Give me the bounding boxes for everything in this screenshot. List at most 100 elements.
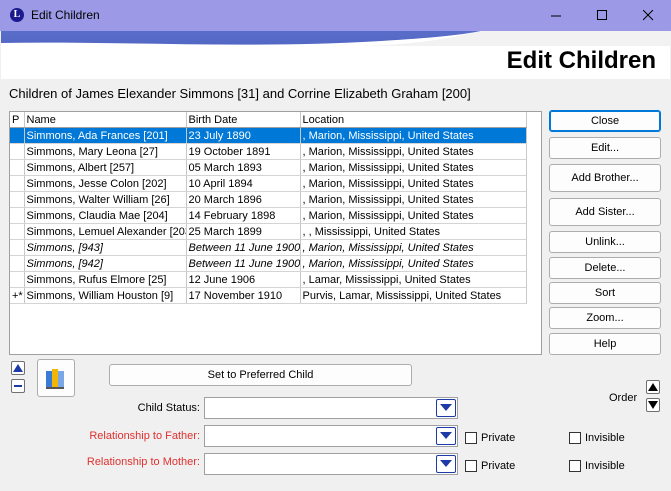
relationship-to-father-dropdown[interactable] — [204, 425, 458, 447]
books-icon — [46, 369, 64, 389]
cell-birth-date: 10 April 1894 — [186, 175, 301, 192]
chevron-down-icon — [440, 432, 452, 439]
page-title: Edit Children — [506, 47, 656, 74]
table-row[interactable]: Simmons, Albert [257] 05 March 1893, Mari… — [10, 159, 527, 176]
relationship-to-father-dropdown-arrow[interactable] — [436, 427, 456, 445]
cell-name: Simmons, Ada Frances [201] — [24, 127, 187, 144]
add-sister-button-label: Add Sister... — [575, 206, 635, 218]
child-status-label: Child Status: — [137, 402, 200, 414]
column-header-location[interactable]: Location — [300, 112, 527, 128]
cell-p — [10, 159, 25, 176]
delete-button[interactable]: Delete... — [549, 257, 661, 279]
unlink-button-label: Unlink... — [585, 236, 625, 248]
cell-birth-date: 19 October 1891 — [186, 143, 301, 160]
table-row[interactable]: Simmons, Ada Frances [201] 23 July 1890, … — [10, 127, 527, 144]
move-up-button[interactable] — [11, 361, 25, 375]
children-table[interactable]: P Name Birth Date Location Simmons, Ada … — [9, 111, 542, 355]
move-down-button[interactable] — [11, 379, 25, 393]
table-row[interactable]: Simmons, [942] Between 11 June 1900, Mari… — [10, 255, 527, 272]
minimize-button[interactable] — [533, 0, 579, 31]
cell-name: Simmons, [942] — [24, 255, 187, 272]
cell-name: Simmons, Albert [257] — [24, 159, 187, 176]
add-brother-button[interactable]: Add Brother... — [549, 164, 661, 192]
sort-button-label: Sort — [594, 287, 616, 299]
app-icon: L — [10, 8, 24, 22]
maximize-button[interactable] — [579, 0, 625, 31]
relationship-to-mother-dropdown-arrow[interactable] — [436, 455, 456, 473]
zoom-button-label: Zoom... — [586, 312, 624, 324]
chevron-down-icon — [440, 460, 452, 467]
unlink-button[interactable]: Unlink... — [549, 231, 661, 253]
mother-invisible-checkbox[interactable] — [569, 460, 581, 472]
cell-name: Simmons, William Houston [9] — [24, 287, 187, 304]
table-row[interactable]: Simmons, Walter William [26] 20 March 189… — [10, 191, 527, 208]
window-title: Edit Children — [31, 8, 100, 22]
table-row[interactable]: Simmons, Jesse Colon [202] 10 April 1894,… — [10, 175, 527, 192]
cell-name: Simmons, Lemuel Alexander [203] — [24, 223, 187, 240]
set-preferred-child-label: Set to Preferred Child — [207, 369, 314, 381]
column-header-p[interactable]: P — [10, 112, 25, 128]
close-button[interactable]: Close — [549, 110, 661, 132]
cell-birth-date: 05 March 1893 — [186, 159, 301, 176]
add-sister-button[interactable]: Add Sister... — [549, 198, 661, 226]
zoom-button[interactable]: Zoom... — [549, 307, 661, 329]
cell-p — [10, 143, 25, 160]
father-private-checkbox[interactable] — [465, 432, 477, 444]
cell-location: , Marion, Mississippi, United States — [300, 255, 527, 272]
edit-button-label: Edit... — [590, 142, 620, 154]
mother-private-checkbox[interactable] — [465, 460, 477, 472]
cell-p — [10, 127, 25, 144]
delete-button-label: Delete... — [584, 262, 626, 274]
cell-name: Simmons, Mary Leona [27] — [24, 143, 187, 160]
table-row[interactable]: Simmons, Lemuel Alexander [203] 25 March … — [10, 223, 527, 240]
cell-p — [10, 271, 25, 288]
close-window-button[interactable] — [625, 0, 671, 31]
family-subtitle: Children of James Elexander Simmons [31]… — [9, 86, 471, 101]
table-row[interactable]: Simmons, Claudia Mae [204] 14 February 18… — [10, 207, 527, 224]
relationship-to-mother-dropdown[interactable] — [204, 453, 458, 475]
cell-birth-date: 25 March 1899 — [186, 223, 301, 240]
cell-birth-date: 23 July 1890 — [186, 127, 301, 144]
column-header-birth-date[interactable]: Birth Date — [186, 112, 301, 128]
add-brother-button-label: Add Brother... — [571, 172, 639, 184]
order-down-button[interactable] — [646, 398, 660, 412]
table-row[interactable]: +* Simmons, William Houston [9] 17 Novembe… — [10, 287, 527, 304]
cell-location: , Marion, Mississippi, United States — [300, 191, 527, 208]
child-status-dropdown-arrow[interactable] — [436, 399, 456, 417]
cell-birth-date: Between 11 June 1900 — [186, 255, 301, 272]
table-header-row: P Name Birth Date Location — [10, 112, 527, 128]
mother-invisible-label: Invisible — [585, 460, 625, 472]
cell-location: , Marion, Mississippi, United States — [300, 127, 527, 144]
cell-location: Purvis, Lamar, Mississippi, United State… — [300, 287, 527, 304]
cell-p — [10, 175, 25, 192]
table-row[interactable]: Simmons, Rufus Elmore [25] 12 June 1906, … — [10, 271, 527, 288]
cell-name: Simmons, Walter William [26] — [24, 191, 187, 208]
help-button[interactable]: Help — [549, 333, 661, 355]
cell-location: , Marion, Mississippi, United States — [300, 143, 527, 160]
cell-birth-date: 20 March 1896 — [186, 191, 301, 208]
relationship-to-father-label: Relationship to Father: — [89, 430, 200, 442]
table-row[interactable]: Simmons, [943] Between 11 June 1900, Mari… — [10, 239, 527, 256]
cell-name: Simmons, Rufus Elmore [25] — [24, 271, 187, 288]
books-button[interactable] — [37, 359, 75, 397]
sort-button[interactable]: Sort — [549, 282, 661, 304]
arrow-down-icon — [648, 401, 658, 409]
cell-birth-date: 17 November 1910 — [186, 287, 301, 304]
column-header-name[interactable]: Name — [24, 112, 187, 128]
cell-location: , Marion, Mississippi, United States — [300, 239, 527, 256]
father-invisible-checkbox[interactable] — [569, 432, 581, 444]
chevron-down-icon — [440, 404, 452, 411]
arrow-up-icon — [13, 364, 23, 372]
cell-birth-date: 14 February 1898 — [186, 207, 301, 224]
child-status-dropdown[interactable] — [204, 397, 458, 419]
help-button-label: Help — [593, 338, 617, 350]
cell-name: Simmons, Claudia Mae [204] — [24, 207, 187, 224]
cell-p — [10, 255, 25, 272]
set-preferred-child-button[interactable]: Set to Preferred Child — [109, 364, 412, 386]
header-banner: Edit Children — [1, 31, 670, 79]
order-up-button[interactable] — [646, 380, 660, 394]
mother-private-label: Private — [481, 460, 516, 472]
edit-button[interactable]: Edit... — [549, 137, 661, 159]
cell-p — [10, 191, 25, 208]
table-row[interactable]: Simmons, Mary Leona [27] 19 October 1891,… — [10, 143, 527, 160]
